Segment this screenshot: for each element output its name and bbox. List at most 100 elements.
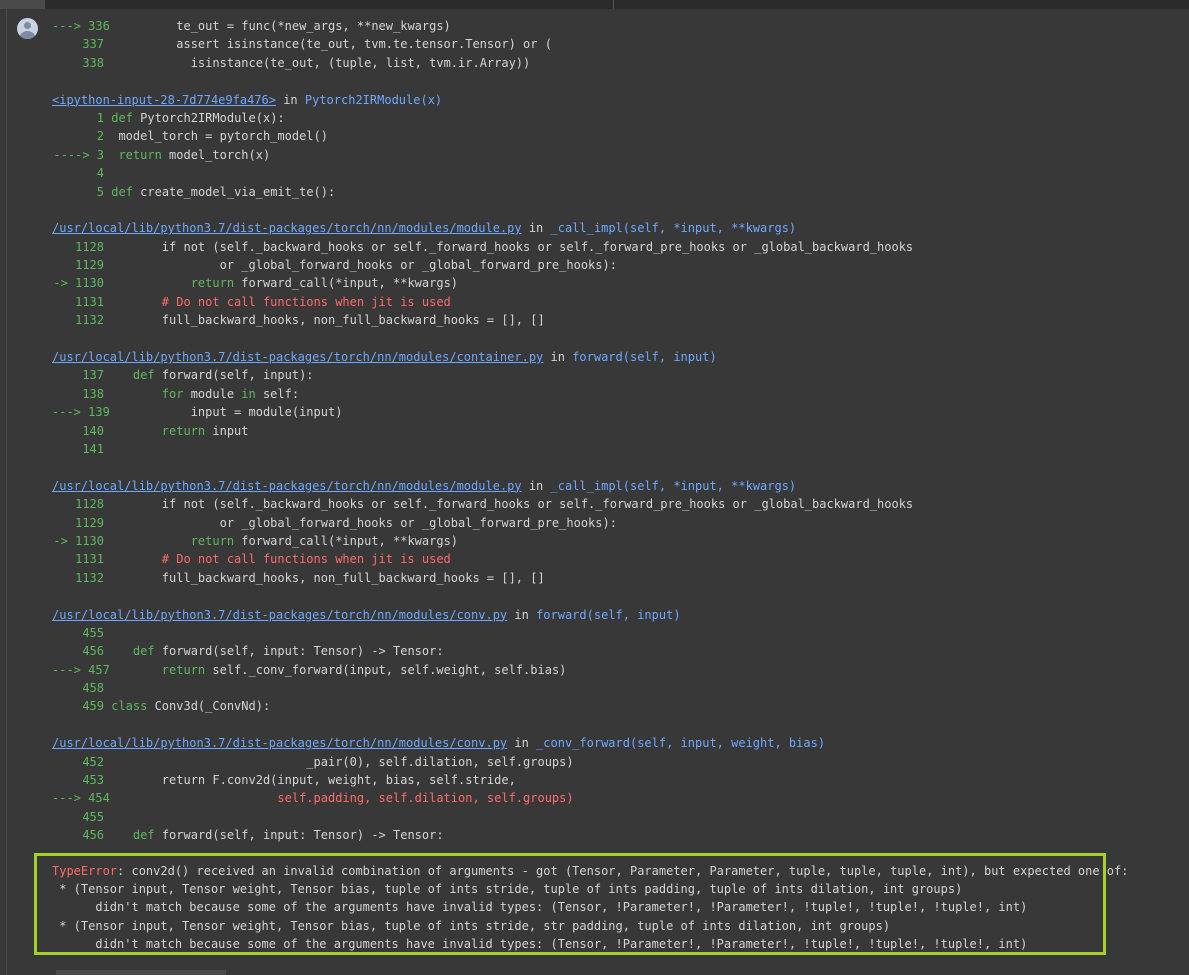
- code-token: input = module(input): [190, 405, 343, 420]
- code-line: 1 def Pytorch2IRModule(x):: [52, 109, 913, 127]
- in-keyword: in: [543, 350, 573, 365]
- keyword-token: return: [190, 533, 235, 548]
- keyword-token: class: [111, 699, 148, 714]
- code-text: assert isinstance(te_out, tvm.te.tensor.…: [104, 37, 552, 51]
- active-tab[interactable]: [0, 0, 45, 9]
- traceback-output: ---> 336 te_out = func(*new_args, **new_…: [52, 17, 913, 845]
- keyword-token: return: [161, 662, 206, 677]
- code-line: 140 return input: [52, 422, 913, 440]
- cell-border: [6, 9, 7, 975]
- code-line: -> 1130 return forward_call(*input, **kw…: [52, 274, 913, 292]
- code-line: 456 def forward(self, input: Tensor) -> …: [52, 642, 913, 660]
- source-file-link[interactable]: <ipython-input-28-7d774e9fa476>: [52, 93, 276, 107]
- function-signature: Pytorch2IRModule(x): [304, 92, 443, 107]
- source-file-link[interactable]: /usr/local/lib/python3.7/dist-packages/t…: [52, 479, 522, 493]
- code-text: _pair(0), self.dilation, self.groups): [104, 754, 574, 769]
- line-number: 1131: [75, 552, 104, 567]
- code-text: if not (self._backward_hooks or self._fo…: [104, 240, 913, 254]
- code-text: isinstance(te_out, (tuple, list, tvm.ir.…: [104, 55, 531, 70]
- line-number: 138: [82, 386, 104, 401]
- code-token: if not (self._backward_hooks or self._fo…: [161, 239, 914, 254]
- code-text: return self._conv_forward(input, self.we…: [104, 662, 567, 677]
- code-token: forward_call(*input, **kwargs): [234, 533, 459, 548]
- code-line: 455: [52, 624, 913, 642]
- highlight-token: # Do not call functions when jit is used: [161, 294, 451, 309]
- line-number: 140: [82, 423, 104, 438]
- code-token: forward(self, input):: [154, 368, 314, 383]
- in-keyword: in: [507, 736, 537, 751]
- function-signature: forward(self, input): [536, 607, 681, 622]
- code-token: model_torch(x): [161, 147, 271, 162]
- keyword-token: return: [190, 276, 235, 291]
- code-line: 1128 if not (self._backward_hooks or sel…: [52, 238, 913, 256]
- code-token: return F.conv2d(input, weight, bias, sel…: [161, 773, 516, 788]
- line-number: 1129: [75, 515, 104, 530]
- code-token: Pytorch2IRModule(x):: [132, 110, 285, 125]
- code-text: return forward_call(*input, **kwargs): [104, 534, 458, 548]
- keyword-token: def: [132, 644, 155, 659]
- frame-header: /usr/local/lib/python3.7/dist-packages/t…: [52, 477, 913, 495]
- line-number: -> 1130: [53, 276, 104, 291]
- source-file-link[interactable]: /usr/local/lib/python3.7/dist-packages/t…: [52, 350, 543, 364]
- source-file-link[interactable]: /usr/local/lib/python3.7/dist-packages/t…: [52, 608, 507, 622]
- line-number: 458: [82, 681, 104, 696]
- code-text: def forward(self, input):: [104, 368, 314, 382]
- line-number: 4: [96, 166, 104, 181]
- code-text: # Do not call functions when jit is used: [104, 295, 451, 309]
- line-number: ---> 139: [52, 405, 110, 420]
- code-line: 458: [52, 679, 913, 697]
- frame-header: /usr/local/lib/python3.7/dist-packages/t…: [52, 606, 913, 624]
- code-token: self._conv_forward(input, self.weight, s…: [205, 662, 567, 677]
- code-token: full_backward_hooks, non_full_backward_h…: [161, 570, 545, 585]
- source-file-link[interactable]: /usr/local/lib/python3.7/dist-packages/t…: [52, 221, 522, 235]
- code-line: -> 1130 return forward_call(*input, **kw…: [52, 532, 913, 550]
- line-number: ----> 3: [53, 147, 104, 162]
- in-keyword: in: [521, 221, 551, 236]
- line-number: 1132: [75, 570, 104, 585]
- code-line: 1128 if not (self._backward_hooks or sel…: [52, 495, 913, 513]
- code-text: return F.conv2d(input, weight, bias, sel…: [104, 773, 516, 787]
- code-line: 456 def forward(self, input: Tensor) -> …: [52, 826, 913, 844]
- source-file-link[interactable]: /usr/local/lib/python3.7/dist-packages/t…: [52, 736, 507, 750]
- line-number: 2: [96, 129, 104, 144]
- top-toolbar: [0, 0, 1189, 9]
- error-line: didn't match because some of the argumen…: [52, 900, 1028, 915]
- code-line: ----> 3 return model_torch(x): [52, 146, 913, 164]
- code-token: isinstance(te_out, (tuple, list, tvm.ir.…: [190, 55, 531, 70]
- code-line: ---> 457 return self._conv_forward(input…: [52, 661, 913, 679]
- code-token: Conv3d(_ConvNd):: [147, 699, 271, 714]
- scrollbar[interactable]: [56, 970, 226, 975]
- keyword-token: return: [161, 423, 206, 438]
- code-line: 138 for module in self:: [52, 385, 913, 403]
- code-token: if not (self._backward_hooks or self._fo…: [161, 497, 914, 512]
- code-text: model_torch = pytorch_model(): [104, 129, 328, 143]
- code-text: input = module(input): [104, 405, 343, 420]
- code-line: 2 model_torch = pytorch_model(): [52, 127, 913, 145]
- line-number: 1131: [75, 294, 104, 309]
- line-number: 459: [82, 699, 104, 714]
- code-text: def forward(self, input: Tensor) -> Tens…: [104, 644, 444, 658]
- line-number: 455: [82, 625, 104, 640]
- error-line: didn't match because some of the argumen…: [52, 936, 1028, 951]
- code-text: def Pytorch2IRModule(x):: [104, 110, 285, 125]
- line-number: ---> 454: [52, 791, 110, 806]
- code-line: ---> 454 self.padding, self.dilation, se…: [52, 789, 913, 807]
- code-text: class Conv3d(_ConvNd):: [104, 699, 270, 713]
- keyword-token: def: [111, 110, 133, 125]
- code-line: 141: [52, 440, 913, 458]
- in-keyword: in: [507, 607, 537, 622]
- code-token: te_out = func(*new_args, **new_kwargs): [176, 19, 451, 33]
- highlight-token: self.padding, self.dilation, self.groups…: [277, 791, 574, 806]
- keyword-token: return: [118, 147, 162, 162]
- code-line: 338 isinstance(te_out, (tuple, list, tvm…: [52, 54, 913, 72]
- code-token: forward(self, input: Tensor) -> Tensor:: [154, 828, 444, 843]
- toolbar-divider: [613, 0, 614, 9]
- code-token: _pair(0), self.dilation, self.groups): [306, 754, 574, 769]
- line-number: 337: [82, 37, 104, 52]
- code-line: ---> 139 input = module(input): [52, 403, 913, 421]
